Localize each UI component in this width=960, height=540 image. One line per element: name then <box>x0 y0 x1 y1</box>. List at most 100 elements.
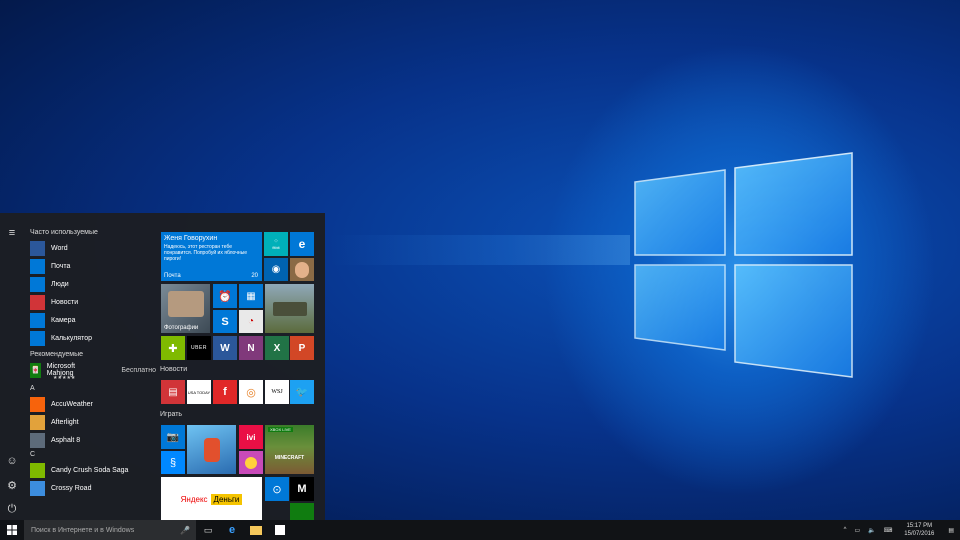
shazam-icon: § <box>169 456 177 469</box>
action-center-icon[interactable]: ▤ <box>948 527 954 534</box>
groove-tile[interactable]: ⊙ <box>265 477 289 501</box>
alarms-tile[interactable]: ⏰ <box>213 284 237 308</box>
search-placeholder: Поиск в Интернете и в Windows <box>31 526 135 534</box>
minecraft-tile[interactable]: XBOX LIVE MINECRAFT <box>265 425 314 474</box>
flipboard-icon: ◔ <box>247 316 255 327</box>
mail-count: 20 <box>251 273 258 279</box>
usa-today-tile[interactable]: USA TODAY <box>187 380 211 404</box>
skype-tile[interactable]: S <box>213 310 237 333</box>
excel-tile[interactable]: X <box>265 336 289 360</box>
frequent-header: Часто используемые <box>30 229 98 236</box>
m-app-tile[interactable]: M <box>290 477 314 501</box>
volume-icon[interactable]: 🔈 <box>868 527 875 534</box>
start-button[interactable] <box>0 520 24 540</box>
edge-tile[interactable]: e <box>290 232 314 256</box>
webcam-tile[interactable]: ◉ <box>264 258 288 281</box>
webcam-icon: ◉ <box>271 264 281 275</box>
reader-tile[interactable]: ◎ <box>239 380 263 404</box>
fitbit-tile[interactable]: ⁘ fitbit <box>264 232 288 256</box>
task-view-icon: ▭ <box>203 524 213 535</box>
app-list-item[interactable]: Word <box>26 239 156 257</box>
candy-crush-tile[interactable] <box>239 451 263 474</box>
usa-today-label: USA TODAY <box>187 389 211 395</box>
clock-date: 15/07/2016 <box>904 531 935 537</box>
keyboard-icon[interactable]: ⌨ <box>884 527 893 534</box>
mail-live-tile[interactable]: Женя Говорухин Надеюсь, этот ресторан те… <box>161 232 262 281</box>
news-tile[interactable]: ▤ <box>161 380 185 404</box>
mail-small-tile[interactable]: ◔ <box>239 310 263 333</box>
app-label: Afterlight <box>51 418 79 426</box>
search-box[interactable]: Поиск в Интернете и в Windows 🎤 <box>24 520 196 540</box>
twitter-tile[interactable]: 🐦 <box>290 380 314 404</box>
snowboard-game-tile[interactable] <box>187 425 236 474</box>
afterlight-icon <box>30 414 45 430</box>
tank-image <box>272 301 307 316</box>
edge-icon: e <box>228 524 236 536</box>
skype-icon: S <box>221 315 229 328</box>
photos-tile[interactable]: Фотографии <box>161 284 210 333</box>
person-photo <box>295 261 309 278</box>
app-label: Камера <box>51 316 76 324</box>
hamburger-menu-icon[interactable]: ≡ <box>4 225 20 241</box>
word-tile[interactable]: W <box>213 336 237 360</box>
tiles-area: Женя Говорухин Надеюсь, этот ресторан те… <box>160 231 320 520</box>
alarm-clock-icon: ⏰ <box>218 290 232 303</box>
camera-icon: 📷 <box>166 431 180 443</box>
people-photo-tile[interactable] <box>290 258 314 281</box>
calendar-tile[interactable]: ▦ <box>239 284 263 308</box>
file-explorer-button[interactable] <box>246 520 266 540</box>
store-bag-icon <box>275 525 285 535</box>
people-icon <box>30 276 45 292</box>
app-list-item[interactable]: Crossy Road <box>26 479 156 497</box>
app-list-item[interactable]: Камера <box>26 311 156 329</box>
green-tile[interactable] <box>290 503 314 520</box>
app-list-item[interactable]: Candy Crush Soda Saga <box>26 461 156 479</box>
fitbit-dots-icon: ⁘ <box>273 239 279 245</box>
edge-taskbar-button[interactable]: e <box>222 520 242 540</box>
powerpoint-tile[interactable]: P <box>290 336 314 360</box>
uber-label: UBER <box>191 345 207 351</box>
chevron-up-icon[interactable]: ^ <box>844 527 847 533</box>
yandex-money-tile[interactable]: Яндекс Деньги <box>161 477 262 520</box>
twitter-bird-icon: 🐦 <box>295 386 309 398</box>
recommended-header: Рекомендуемые <box>30 351 83 358</box>
app-list-item[interactable]: Asphalt 8 <box>26 431 156 449</box>
folder-icon <box>250 525 262 535</box>
wallpaper-light-beam <box>330 235 630 265</box>
shazam-tile[interactable]: § <box>161 451 185 474</box>
flipboard-tile[interactable]: f <box>213 380 237 404</box>
fitbit-label: fitbit <box>272 245 280 250</box>
network-icon[interactable]: ▭ <box>854 527 860 534</box>
store-button[interactable] <box>270 520 290 540</box>
app-list-item[interactable]: Afterlight <box>26 413 156 431</box>
onenote-tile[interactable]: N <box>239 336 263 360</box>
app-list-item[interactable]: Почта <box>26 257 156 275</box>
ivi-tile[interactable]: ivi <box>239 425 263 449</box>
app-list-item[interactable]: Люди <box>26 275 156 293</box>
microphone-icon[interactable]: 🎤 <box>180 526 190 535</box>
uber-tile[interactable]: UBER <box>187 336 211 360</box>
camera-tile[interactable]: 📷 <box>161 425 185 449</box>
letter-header-a[interactable]: A <box>30 383 156 395</box>
windows-logo-wallpaper <box>634 152 853 378</box>
photos-caption: Фотографии <box>164 325 199 331</box>
app-list-item[interactable]: Новости <box>26 293 156 311</box>
wsj-tile[interactable]: WSJ <box>265 380 289 404</box>
app-label: Люди <box>51 280 69 288</box>
task-view-button[interactable]: ▭ <box>198 520 218 540</box>
app-list-item[interactable]: Калькулятор <box>26 329 156 347</box>
word-icon <box>30 240 45 256</box>
clock[interactable]: 15:17 PM 15/07/2016 <box>904 522 934 538</box>
power-icon[interactable]: ⏻ <box>4 501 20 517</box>
app-label: Crossy Road <box>51 484 92 492</box>
app-label: Candy Crush Soda Saga <box>51 466 129 474</box>
letter-header-c[interactable]: C <box>30 449 156 461</box>
app-list-item[interactable]: AccuWeather <box>26 395 156 413</box>
clock-time: 15:17 PM <box>906 523 933 529</box>
taskbar: Поиск в Интернете и в Windows 🎤 ▭ e ^ ▭ … <box>0 520 960 540</box>
user-avatar-icon[interactable]: ☺ <box>4 453 20 469</box>
settings-gear-icon[interactable]: ⚙ <box>4 477 20 493</box>
world-of-tanks-tile[interactable] <box>265 284 314 333</box>
camera-icon <box>30 312 45 328</box>
android-app-tile[interactable]: ✚ <box>161 336 185 360</box>
